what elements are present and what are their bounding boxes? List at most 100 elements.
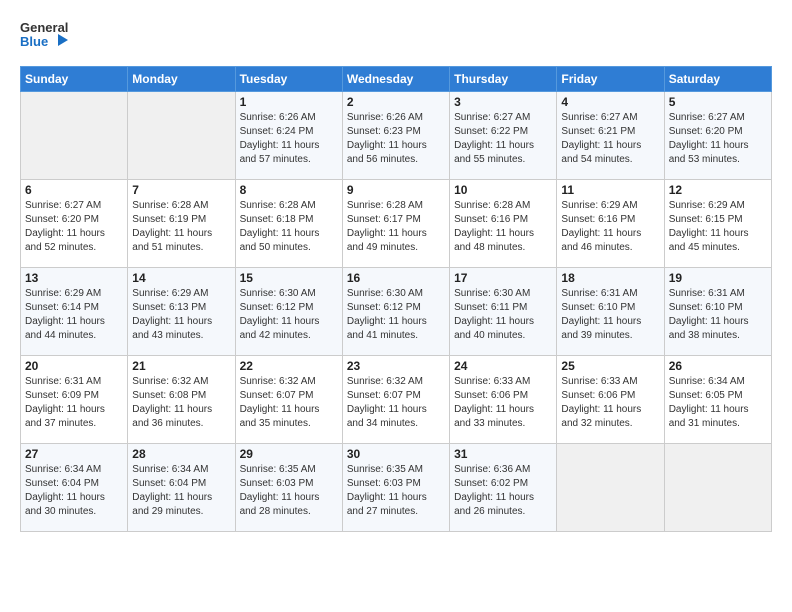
day-number: 19 — [669, 271, 767, 285]
weekday-header-thursday: Thursday — [450, 67, 557, 92]
day-info: Sunrise: 6:31 AM Sunset: 6:10 PM Dayligh… — [561, 287, 659, 343]
day-info: Sunrise: 6:34 AM Sunset: 6:04 PM Dayligh… — [132, 463, 230, 519]
day-number: 2 — [347, 95, 445, 109]
day-number: 27 — [25, 447, 123, 461]
day-number: 28 — [132, 447, 230, 461]
week-row-4: 20 Sunrise: 6:31 AM Sunset: 6:09 PM Dayli… — [21, 356, 772, 444]
day-info: Sunrise: 6:33 AM Sunset: 6:06 PM Dayligh… — [454, 375, 552, 431]
day-number: 22 — [240, 359, 338, 373]
calendar-cell: 22 Sunrise: 6:32 AM Sunset: 6:07 PM Dayli… — [235, 356, 342, 444]
calendar-cell: 30 Sunrise: 6:35 AM Sunset: 6:03 PM Dayli… — [342, 444, 449, 532]
logo-icon: General Blue — [20, 16, 68, 56]
day-info: Sunrise: 6:27 AM Sunset: 6:20 PM Dayligh… — [669, 111, 767, 167]
weekday-header-tuesday: Tuesday — [235, 67, 342, 92]
day-number: 21 — [132, 359, 230, 373]
calendar-cell: 21 Sunrise: 6:32 AM Sunset: 6:08 PM Dayli… — [128, 356, 235, 444]
day-number: 3 — [454, 95, 552, 109]
calendar-cell: 24Sunrise: 6:33 AM Sunset: 6:06 PM Dayli… — [450, 356, 557, 444]
header: General Blue — [20, 16, 772, 56]
calendar-cell: 27 Sunrise: 6:34 AM Sunset: 6:04 PM Dayli… — [21, 444, 128, 532]
day-info: Sunrise: 6:35 AM Sunset: 6:03 PM Dayligh… — [347, 463, 445, 519]
weekday-header-sunday: Sunday — [21, 67, 128, 92]
calendar-cell: 7 Sunrise: 6:28 AM Sunset: 6:19 PM Daylig… — [128, 180, 235, 268]
svg-text:General: General — [20, 20, 68, 35]
weekday-header-friday: Friday — [557, 67, 664, 92]
calendar-cell: 2Sunrise: 6:26 AM Sunset: 6:23 PM Daylig… — [342, 92, 449, 180]
calendar-cell: 25 Sunrise: 6:33 AM Sunset: 6:06 PM Dayli… — [557, 356, 664, 444]
logo: General Blue — [20, 16, 68, 56]
calendar-cell: 4 Sunrise: 6:27 AM Sunset: 6:21 PM Daylig… — [557, 92, 664, 180]
day-info: Sunrise: 6:28 AM Sunset: 6:19 PM Dayligh… — [132, 199, 230, 255]
calendar-cell: 8 Sunrise: 6:28 AM Sunset: 6:18 PM Daylig… — [235, 180, 342, 268]
calendar-cell — [128, 92, 235, 180]
day-info: Sunrise: 6:28 AM Sunset: 6:18 PM Dayligh… — [240, 199, 338, 255]
calendar-cell: 3 Sunrise: 6:27 AM Sunset: 6:22 PM Daylig… — [450, 92, 557, 180]
day-info: Sunrise: 6:29 AM Sunset: 6:14 PM Dayligh… — [25, 287, 123, 343]
day-info: Sunrise: 6:29 AM Sunset: 6:16 PM Dayligh… — [561, 199, 659, 255]
day-number: 12 — [669, 183, 767, 197]
calendar-cell: 11 Sunrise: 6:29 AM Sunset: 6:16 PM Dayli… — [557, 180, 664, 268]
calendar-cell: 5 Sunrise: 6:27 AM Sunset: 6:20 PM Daylig… — [664, 92, 771, 180]
calendar-page: General Blue SundayMondayTuesdayWednesda… — [0, 0, 792, 612]
day-info: Sunrise: 6:34 AM Sunset: 6:05 PM Dayligh… — [669, 375, 767, 431]
day-info: Sunrise: 6:32 AM Sunset: 6:07 PM Dayligh… — [240, 375, 338, 431]
day-info: Sunrise: 6:27 AM Sunset: 6:21 PM Dayligh… — [561, 111, 659, 167]
day-number: 10 — [454, 183, 552, 197]
day-number: 29 — [240, 447, 338, 461]
day-info: Sunrise: 6:31 AM Sunset: 6:10 PM Dayligh… — [669, 287, 767, 343]
day-info: Sunrise: 6:34 AM Sunset: 6:04 PM Dayligh… — [25, 463, 123, 519]
week-row-5: 27 Sunrise: 6:34 AM Sunset: 6:04 PM Dayli… — [21, 444, 772, 532]
weekday-header-saturday: Saturday — [664, 67, 771, 92]
day-number: 8 — [240, 183, 338, 197]
calendar-cell: 23Sunrise: 6:32 AM Sunset: 6:07 PM Dayli… — [342, 356, 449, 444]
day-number: 1 — [240, 95, 338, 109]
week-row-1: 1 Sunrise: 6:26 AM Sunset: 6:24 PM Daylig… — [21, 92, 772, 180]
day-info: Sunrise: 6:35 AM Sunset: 6:03 PM Dayligh… — [240, 463, 338, 519]
day-number: 17 — [454, 271, 552, 285]
calendar-cell: 29 Sunrise: 6:35 AM Sunset: 6:03 PM Dayli… — [235, 444, 342, 532]
day-info: Sunrise: 6:28 AM Sunset: 6:16 PM Dayligh… — [454, 199, 552, 255]
day-number: 9 — [347, 183, 445, 197]
calendar-cell — [664, 444, 771, 532]
day-number: 7 — [132, 183, 230, 197]
calendar-cell: 26Sunrise: 6:34 AM Sunset: 6:05 PM Dayli… — [664, 356, 771, 444]
calendar-cell: 1 Sunrise: 6:26 AM Sunset: 6:24 PM Daylig… — [235, 92, 342, 180]
svg-text:Blue: Blue — [20, 34, 48, 49]
day-number: 4 — [561, 95, 659, 109]
calendar-cell: 20 Sunrise: 6:31 AM Sunset: 6:09 PM Dayli… — [21, 356, 128, 444]
calendar-cell: 18 Sunrise: 6:31 AM Sunset: 6:10 PM Dayli… — [557, 268, 664, 356]
day-info: Sunrise: 6:30 AM Sunset: 6:11 PM Dayligh… — [454, 287, 552, 343]
day-number: 31 — [454, 447, 552, 461]
calendar-cell — [557, 444, 664, 532]
day-info: Sunrise: 6:29 AM Sunset: 6:13 PM Dayligh… — [132, 287, 230, 343]
calendar-cell: 12Sunrise: 6:29 AM Sunset: 6:15 PM Dayli… — [664, 180, 771, 268]
weekday-header-row: SundayMondayTuesdayWednesdayThursdayFrid… — [21, 67, 772, 92]
calendar-cell: 13Sunrise: 6:29 AM Sunset: 6:14 PM Dayli… — [21, 268, 128, 356]
day-number: 18 — [561, 271, 659, 285]
day-info: Sunrise: 6:27 AM Sunset: 6:22 PM Dayligh… — [454, 111, 552, 167]
day-info: Sunrise: 6:30 AM Sunset: 6:12 PM Dayligh… — [347, 287, 445, 343]
calendar-cell: 10 Sunrise: 6:28 AM Sunset: 6:16 PM Dayli… — [450, 180, 557, 268]
weekday-header-wednesday: Wednesday — [342, 67, 449, 92]
calendar-cell: 17 Sunrise: 6:30 AM Sunset: 6:11 PM Dayli… — [450, 268, 557, 356]
day-info: Sunrise: 6:31 AM Sunset: 6:09 PM Dayligh… — [25, 375, 123, 431]
calendar-cell: 16 Sunrise: 6:30 AM Sunset: 6:12 PM Dayli… — [342, 268, 449, 356]
day-number: 30 — [347, 447, 445, 461]
day-number: 16 — [347, 271, 445, 285]
calendar-cell: 28 Sunrise: 6:34 AM Sunset: 6:04 PM Dayli… — [128, 444, 235, 532]
day-number: 6 — [25, 183, 123, 197]
day-number: 15 — [240, 271, 338, 285]
day-number: 5 — [669, 95, 767, 109]
day-info: Sunrise: 6:32 AM Sunset: 6:08 PM Dayligh… — [132, 375, 230, 431]
day-number: 14 — [132, 271, 230, 285]
day-number: 20 — [25, 359, 123, 373]
day-info: Sunrise: 6:26 AM Sunset: 6:24 PM Dayligh… — [240, 111, 338, 167]
day-info: Sunrise: 6:30 AM Sunset: 6:12 PM Dayligh… — [240, 287, 338, 343]
day-info: Sunrise: 6:33 AM Sunset: 6:06 PM Dayligh… — [561, 375, 659, 431]
day-number: 11 — [561, 183, 659, 197]
day-info: Sunrise: 6:36 AM Sunset: 6:02 PM Dayligh… — [454, 463, 552, 519]
calendar-cell — [21, 92, 128, 180]
calendar-cell: 14 Sunrise: 6:29 AM Sunset: 6:13 PM Dayli… — [128, 268, 235, 356]
calendar-cell: 6Sunrise: 6:27 AM Sunset: 6:20 PM Daylig… — [21, 180, 128, 268]
day-number: 25 — [561, 359, 659, 373]
